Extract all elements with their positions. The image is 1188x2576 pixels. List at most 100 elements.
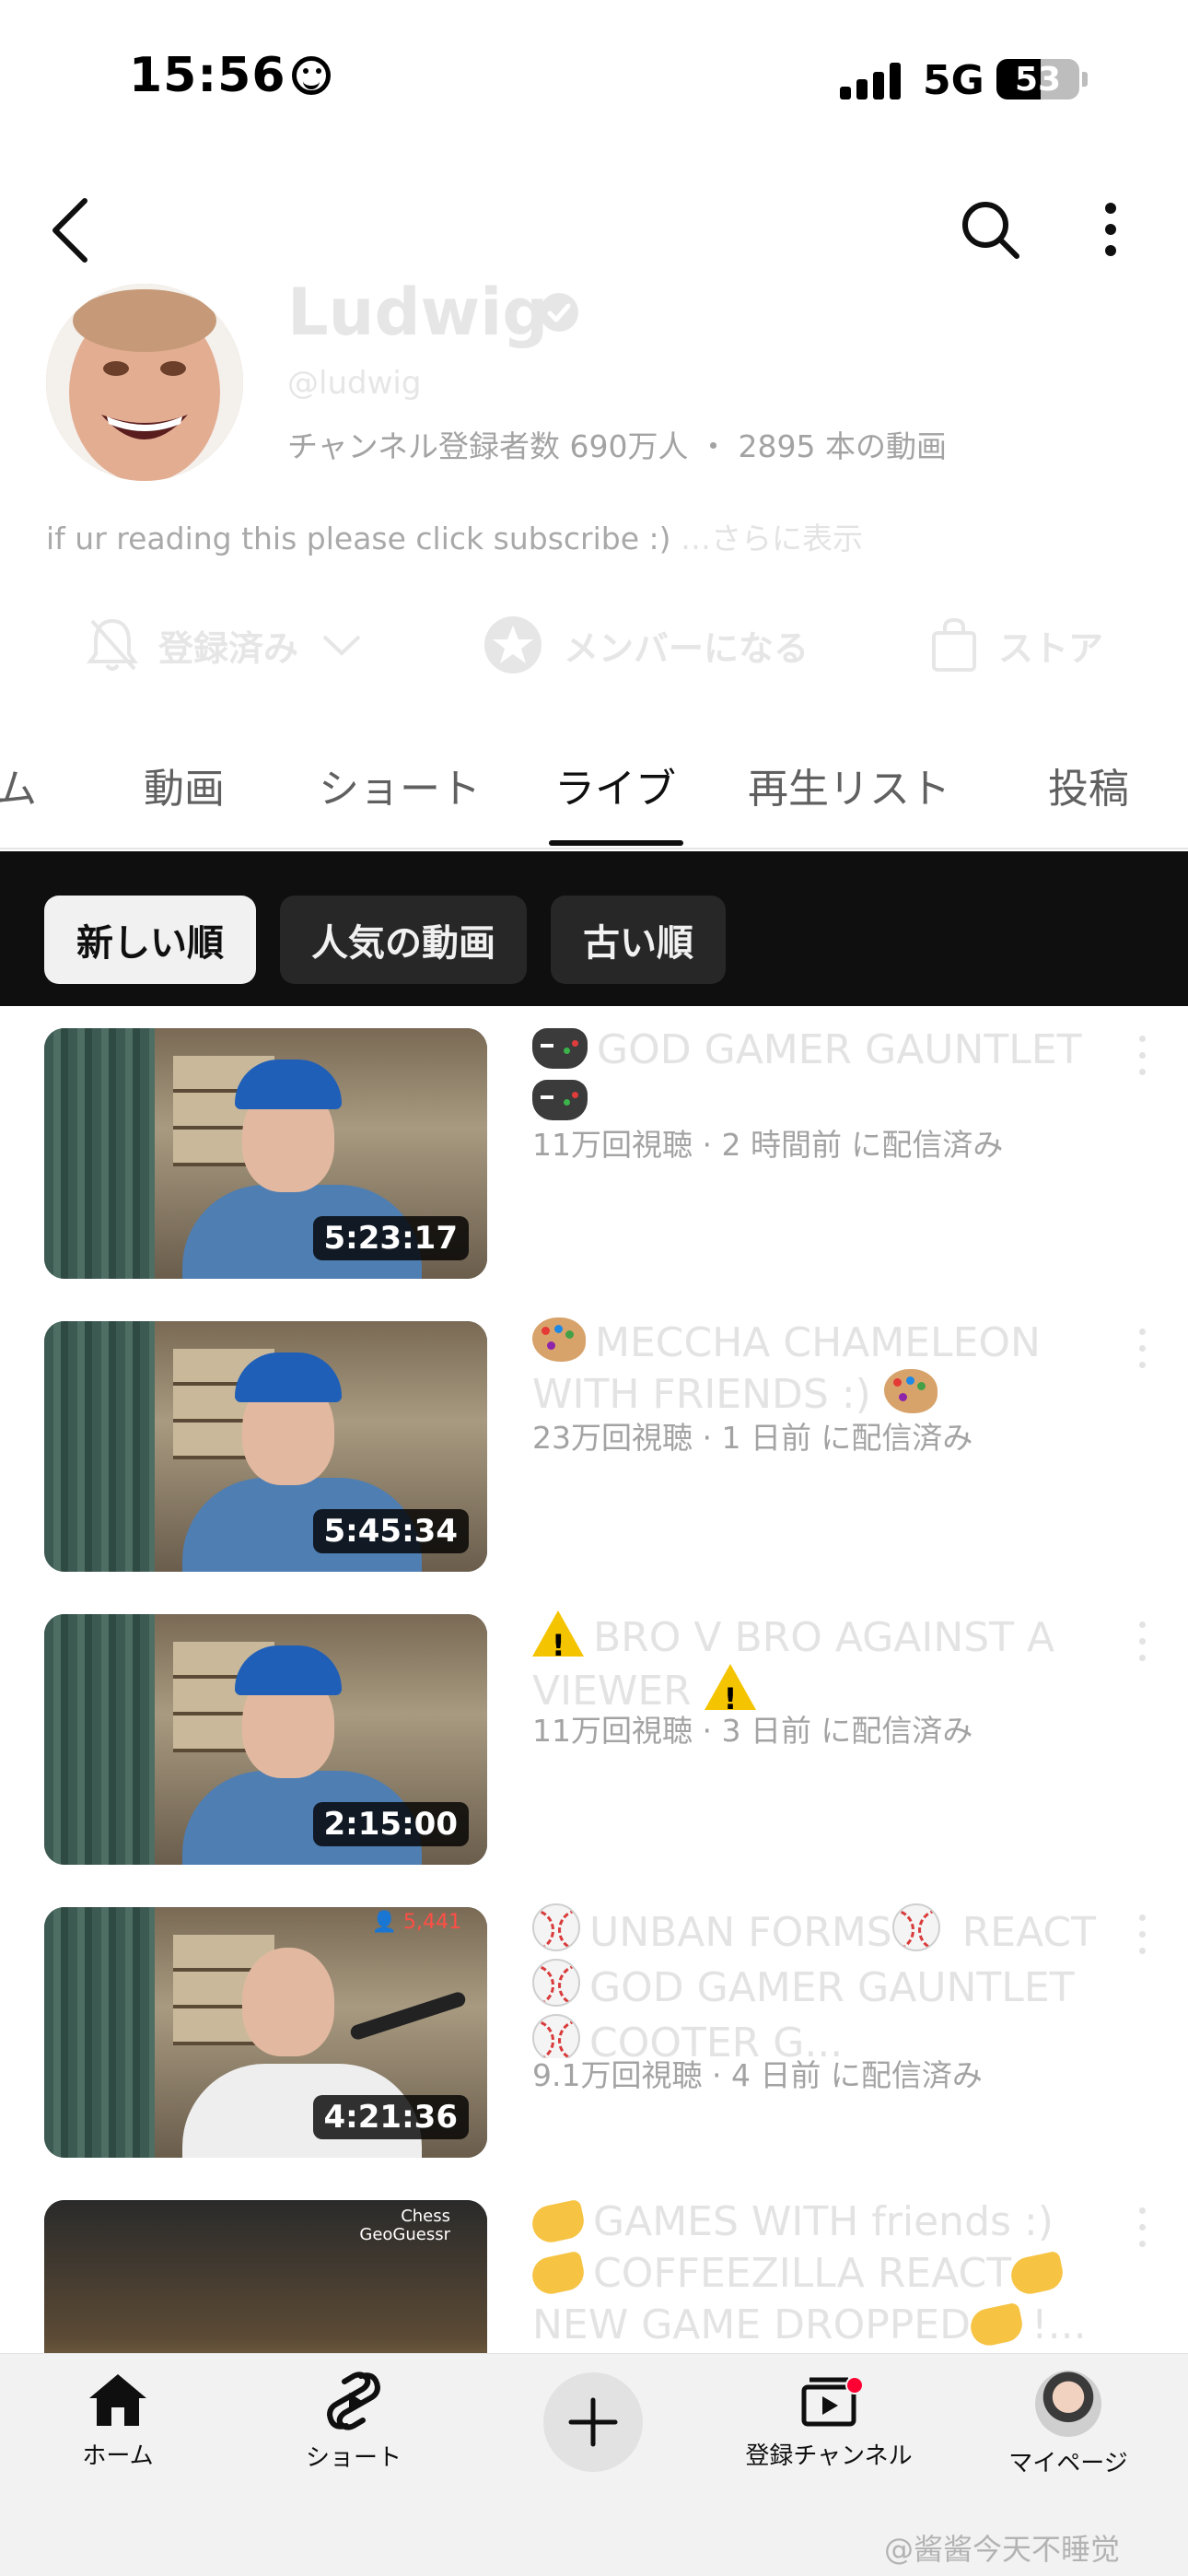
baseball-icon: [532, 1959, 580, 2007]
profile-avatar: [1035, 2371, 1101, 2437]
join-label: メンバーになる: [564, 627, 809, 669]
video-thumbnail[interactable]: 2:15:00: [44, 1614, 487, 1865]
video-menu-icon[interactable]: [1135, 1034, 1149, 1080]
shopping-bag-icon: [932, 617, 976, 672]
video-title[interactable]: MECCHA CHAMELEON WITH FRIENDS :): [532, 1317, 1122, 1421]
video-title[interactable]: GAMES WITH friends :) COFFEEZILLA REACT …: [532, 2196, 1122, 2351]
home-icon: [89, 2374, 146, 2426]
nav-you[interactable]: マイページ: [976, 2371, 1160, 2478]
battery-icon: 53: [996, 59, 1079, 100]
video-title-text: !...: [1031, 2301, 1087, 2348]
video-title-text: MECCHA CHAMELEON WITH FRIENDS :): [532, 1319, 1041, 1418]
video-duration: 5:45:34: [312, 1509, 469, 1553]
nav-home-label: ホーム: [82, 2442, 154, 2470]
video-title-text: REACT: [961, 1909, 1097, 1956]
video-menu-icon[interactable]: [1135, 1327, 1149, 1373]
video-item[interactable]: 5:45:34 MECCHA CHAMELEON WITH FRIENDS :)…: [0, 1299, 1188, 1575]
video-item[interactable]: 👤 5,441 4:21:36 UNBAN FORMS REACT GOD GAM…: [0, 1885, 1188, 2161]
video-title[interactable]: BRO V BRO AGAINST A VIEWER: [532, 1610, 1122, 1717]
channel-avatar[interactable]: [46, 284, 243, 481]
member-star-icon: [484, 616, 542, 673]
video-duration: 2:15:00: [312, 1802, 469, 1846]
channel-name: Ludwig: [287, 275, 549, 350]
battery-level: 53: [1014, 61, 1062, 99]
video-title-text: NEW GAME DROPPED: [532, 2301, 971, 2348]
video-meta: 9.1万回視聴 · 4 日前 に配信済み: [532, 2057, 983, 2093]
video-title-text: COFFEEZILLA REACT: [593, 2250, 1012, 2297]
channel-stats: チャンネル登録者数 690万人 ・ 2895 本の動画: [287, 428, 947, 464]
nav-shorts-label: ショート: [305, 2444, 402, 2472]
pinching-hand-icon: [532, 2250, 588, 2298]
bell-off-icon: [87, 618, 138, 671]
live-video-list: 5:23:17 GOD GAMER GAUNTLET 11万回視聴 · 2 時間…: [0, 1006, 1188, 2353]
nav-home[interactable]: ホーム: [26, 2371, 210, 2471]
video-thumbnail[interactable]: 5:45:34: [44, 1321, 487, 1572]
game-controller-icon: [532, 1080, 588, 1120]
nav-subscriptions[interactable]: 登録チャンネル: [737, 2371, 921, 2471]
video-item[interactable]: 5:23:17 GOD GAMER GAUNTLET 11万回視聴 · 2 時間…: [0, 1006, 1188, 1282]
pinching-hand-icon: [1007, 2250, 1066, 2298]
tab-playlists[interactable]: 再生リスト: [748, 755, 950, 814]
channel-description[interactable]: if ur reading this please click subscrib…: [46, 514, 863, 558]
video-meta: 23万回視聴 · 1 日前 に配信済み: [532, 1420, 973, 1456]
active-tab-indicator: [549, 840, 683, 846]
search-icon[interactable]: [958, 197, 1022, 262]
video-title[interactable]: UNBAN FORMS REACTGOD GAMER GAUNTLETCOOTE…: [532, 1903, 1122, 2058]
watermark-text: @酱酱今天不睡觉: [884, 2532, 1121, 2567]
avatar-face-image: [46, 284, 243, 481]
video-title-text: UNBAN FORMS: [589, 1909, 892, 1956]
video-title-text: BRO V BRO AGAINST A VIEWER: [532, 1614, 1055, 1715]
video-menu-icon[interactable]: [1135, 2206, 1149, 2252]
filter-chip-newest[interactable]: 新しい順: [44, 896, 256, 984]
tab-videos[interactable]: 動画: [144, 755, 225, 814]
notification-dot: [845, 2376, 864, 2395]
store-button[interactable]: ストア: [930, 608, 1103, 682]
video-thumbnail[interactable]: 5:23:17: [44, 1028, 487, 1279]
join-membership-button[interactable]: メンバーになる: [483, 608, 809, 682]
channel-handle: @ludwig: [287, 365, 422, 402]
verified-badge-icon: [540, 293, 578, 332]
battery-nub: [1082, 72, 1088, 87]
more-options-icon[interactable]: [1094, 197, 1127, 262]
sort-filter-bar: 新しい順 人気の動画 古い順: [0, 851, 1188, 1006]
channel-actions: 登録済み メンバーになる ストア: [0, 608, 1188, 682]
create-button[interactable]: [543, 2372, 643, 2472]
chevron-down-icon: [322, 635, 361, 656]
tab-shorts[interactable]: ショート: [319, 755, 481, 814]
channel-tabs: ム 動画 ショート ライブ 再生リスト 投稿: [0, 728, 1188, 849]
description-text: if ur reading this please click subscrib…: [46, 521, 671, 556]
store-label: ストア: [998, 627, 1104, 669]
video-thumbnail[interactable]: 👤 5,441 4:21:36: [44, 1907, 487, 2158]
network-type-label: 5G: [923, 57, 984, 104]
baseball-icon: [891, 1903, 940, 1951]
filter-chip-popular[interactable]: 人気の動画: [280, 896, 527, 984]
back-arrow-icon[interactable]: [46, 193, 101, 267]
palette-icon: [532, 1317, 586, 1362]
tab-posts[interactable]: 投稿: [1048, 755, 1129, 814]
cellular-signal-icon: [840, 63, 901, 100]
status-time: 15:56: [129, 48, 331, 103]
video-menu-icon[interactable]: [1135, 1620, 1149, 1666]
video-menu-icon[interactable]: [1135, 1913, 1149, 1959]
baseball-icon: [532, 1903, 580, 1951]
subscribed-label: 登録済み: [158, 627, 299, 669]
video-title[interactable]: GOD GAMER GAUNTLET: [532, 1025, 1122, 1128]
tab-home[interactable]: ム: [0, 755, 37, 814]
video-thumbnail[interactable]: Chess GeoGuessr: [44, 2200, 487, 2353]
nav-shorts[interactable]: ショート: [262, 2371, 446, 2473]
video-item[interactable]: Chess GeoGuessr GAMES WITH friends :) CO…: [0, 2178, 1188, 2353]
tab-live[interactable]: ライブ: [554, 755, 676, 814]
subscribed-button[interactable]: 登録済み: [87, 608, 365, 682]
live-viewer-count: 👤 5,441: [371, 1911, 461, 1934]
show-more-link[interactable]: …さらに表示: [681, 521, 863, 556]
video-item[interactable]: 2:15:00 BRO V BRO AGAINST A VIEWER 11万回視…: [0, 1592, 1188, 1868]
plus-icon: [568, 2397, 618, 2447]
filter-chip-oldest[interactable]: 古い順: [551, 896, 726, 984]
warning-icon: [532, 1610, 584, 1671]
pinching-hand-icon: [532, 2198, 588, 2246]
shorts-icon: [326, 2371, 381, 2430]
smiley-face-icon: [291, 56, 331, 95]
video-title-text: GOD GAMER GAUNTLET: [589, 1964, 1075, 2011]
palette-icon: [883, 1369, 938, 1413]
top-navigation: [0, 184, 1188, 276]
